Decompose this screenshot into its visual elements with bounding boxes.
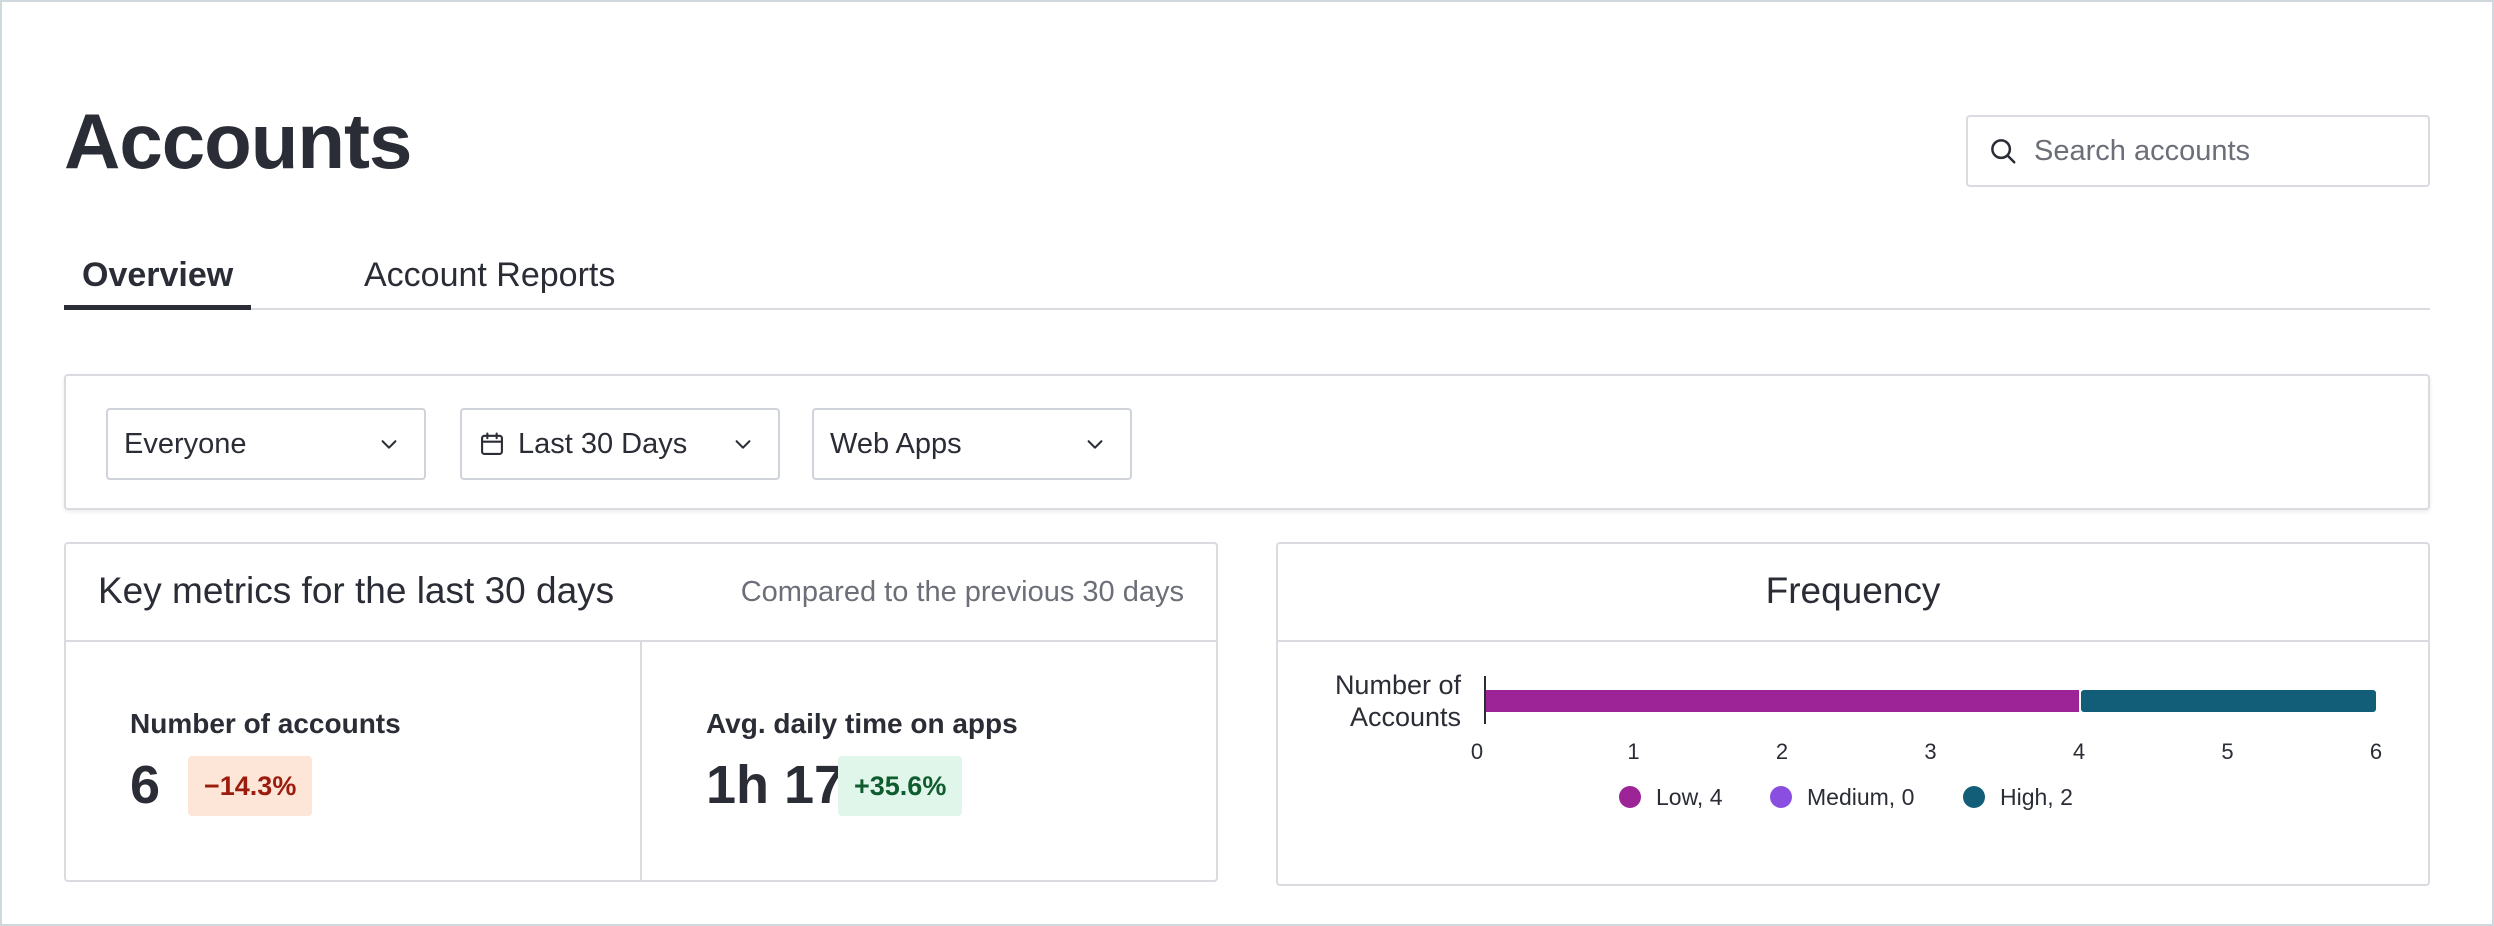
chevron-down-icon	[381, 440, 397, 449]
chevron-down-icon	[735, 440, 751, 449]
x-tick-label: 3	[1924, 739, 1936, 764]
legend-marker-medium	[1770, 786, 1792, 808]
metric-label: Avg. daily time on apps	[706, 708, 1018, 739]
page-title: Accounts	[64, 97, 412, 185]
metric-value: 6	[130, 755, 161, 815]
chart-title: Frequency	[1765, 570, 1941, 611]
legend-marker-high	[1963, 786, 1985, 808]
x-tick-label: 4	[2073, 739, 2085, 764]
x-tick-label: 6	[2370, 739, 2382, 764]
date-range-select-value: Last 30 Days	[518, 427, 688, 460]
search-box[interactable]	[1966, 115, 2430, 187]
metric-label: Number of accounts	[130, 708, 401, 739]
bar-low	[1485, 690, 2079, 712]
tab-overview[interactable]: Overview	[64, 250, 252, 310]
x-tick-label: 0	[1471, 739, 1483, 764]
legend-label-low: Low, 4	[1656, 784, 1723, 810]
x-tick-label: 1	[1627, 739, 1639, 764]
key-metrics-title: Key metrics for the last 30 days	[98, 570, 615, 611]
audience-select[interactable]: Everyone	[106, 408, 426, 480]
metric-avg-daily-time: Avg. daily time on apps 1h 17m +35.6%	[642, 642, 1218, 882]
change-badge-negative: −14.3%	[188, 756, 313, 816]
chevron-down-icon	[1087, 440, 1103, 449]
frequency-header: Frequency	[1278, 544, 2428, 642]
search-icon	[1991, 139, 2016, 164]
app-type-select[interactable]: Web Apps	[812, 408, 1132, 480]
date-range-select[interactable]: Last 30 Days	[460, 408, 780, 480]
legend-label-medium: Medium, 0	[1807, 784, 1914, 810]
legend-marker-low	[1619, 786, 1641, 808]
frequency-card: Frequency Number of Accounts 0 1 2 3 4 5 6 Low, 4…	[1276, 542, 2430, 886]
metric-number-of-accounts: Number of accounts 6 −14.3%	[66, 642, 642, 882]
frequency-chart: Number of Accounts 0 1 2 3 4 5 6 Low, 4 Medium, 0 H…	[1335, 670, 2382, 810]
change-badge-positive: +35.6%	[838, 756, 963, 816]
tab-account-reports[interactable]: Account Reports	[348, 250, 631, 308]
legend-label-high: High, 2	[2000, 784, 2073, 810]
filter-bar: Everyone Last 30 Days Web Apps	[64, 374, 2430, 510]
app-type-select-value: Web Apps	[830, 427, 962, 460]
key-metrics-header: Key metrics for the last 30 days Compare…	[66, 544, 1216, 642]
comparison-note: Compared to the previous 30 days	[740, 576, 1184, 608]
tab-bar: Overview Account Reports	[64, 240, 2430, 310]
x-tick-label: 5	[2221, 739, 2233, 764]
search-input[interactable]	[2034, 121, 2428, 181]
audience-select-value: Everyone	[124, 427, 247, 460]
bar-high	[2081, 690, 2376, 712]
key-metrics-card: Key metrics for the last 30 days Compare…	[64, 542, 1218, 882]
y-category-label: Number of Accounts	[1335, 670, 1462, 732]
x-tick-label: 2	[1776, 739, 1788, 764]
